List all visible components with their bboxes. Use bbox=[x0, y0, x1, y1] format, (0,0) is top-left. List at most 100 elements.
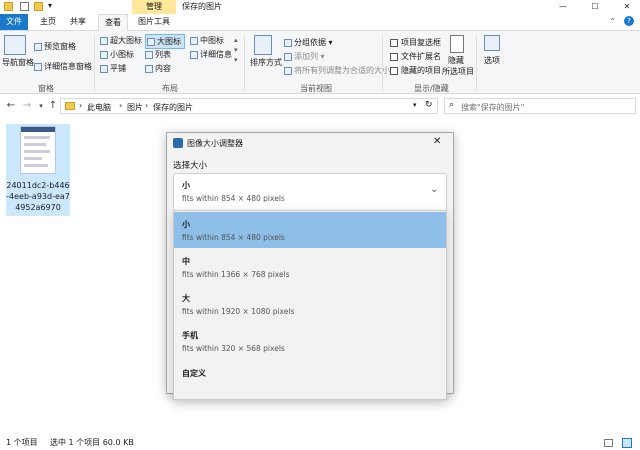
size-option-medium[interactable]: 中 fits within 1366 × 768 pixels bbox=[174, 249, 446, 285]
nav-pane-icon bbox=[4, 35, 26, 55]
breadcrumb-pictures[interactable]: 图片 bbox=[127, 102, 143, 113]
size-option-custom[interactable]: 自定义 bbox=[174, 361, 446, 397]
option-desc: fits within 1920 × 1080 pixels bbox=[182, 307, 295, 316]
size-combobox[interactable]: 小 fits within 854 × 480 pixels ⌄ bbox=[173, 173, 447, 211]
chevron-down-icon: ⌄ bbox=[430, 184, 439, 195]
selection-info: 选中 1 个项目 60.0 KB bbox=[50, 438, 134, 447]
close-button[interactable]: ✕ bbox=[617, 0, 637, 14]
option-desc: fits within 320 × 568 pixels bbox=[182, 344, 285, 353]
sort-button[interactable]: 排序方式 bbox=[250, 57, 282, 68]
breadcrumb-this-pc[interactable]: 此电脑 bbox=[87, 102, 111, 113]
hidden-items-toggle[interactable]: 隐藏的项目 bbox=[390, 65, 441, 76]
tab-file[interactable]: 文件 bbox=[0, 14, 28, 30]
size-option-phone[interactable]: 手机 fits within 320 × 568 pixels bbox=[174, 323, 446, 359]
size-dropdown-list: 小 fits within 854 × 480 pixels 中 fits wi… bbox=[173, 210, 447, 400]
address-field[interactable]: › 此电脑 › 图片 › 保存的图片 ▾ ↻ bbox=[60, 98, 438, 114]
layout-medium[interactable]: 中图标 bbox=[190, 35, 224, 46]
checkbox-icon[interactable] bbox=[20, 2, 29, 11]
details-view-icon[interactable] bbox=[604, 439, 613, 447]
checkbox-icon bbox=[390, 38, 398, 47]
group-by-icon bbox=[284, 38, 292, 47]
back-button[interactable]: ← bbox=[4, 99, 18, 113]
refresh-icon[interactable]: ↻ bbox=[425, 100, 433, 110]
search-input[interactable]: 搜索"保存的图片" bbox=[461, 102, 524, 113]
search-icon: ⌕ bbox=[449, 100, 455, 110]
group-label-current-view: 当前视图 bbox=[300, 84, 332, 93]
layout-details[interactable]: 详细信息 bbox=[190, 49, 232, 60]
quick-access-dropdown-icon[interactable]: ▾ bbox=[48, 1, 52, 10]
tab-picture-tools[interactable]: 图片工具 bbox=[132, 14, 176, 30]
option-title: 小 bbox=[182, 220, 190, 229]
option-desc: fits within 854 × 480 pixels bbox=[182, 233, 285, 242]
size-label: 选择大小 bbox=[173, 161, 208, 171]
file-item[interactable]: 24011dc2-b446-4eeb-a93d-ea74952a6970 bbox=[6, 124, 70, 216]
item-checkboxes-toggle[interactable]: 项目复选框 bbox=[390, 37, 441, 48]
add-column-button[interactable]: 添加列 ▾ bbox=[284, 51, 325, 62]
help-icon[interactable]: ? bbox=[624, 16, 634, 26]
layout-extra-large[interactable]: 超大图标 bbox=[100, 35, 142, 46]
option-desc: fits within 1366 × 768 pixels bbox=[182, 270, 290, 279]
file-thumbnail bbox=[20, 126, 56, 174]
hide-selected-button-line2[interactable]: 所选项目 bbox=[442, 66, 474, 77]
checkbox-icon bbox=[390, 66, 398, 75]
item-count: 1 个项目 bbox=[6, 438, 38, 447]
maximize-button[interactable]: ☐ bbox=[585, 0, 605, 14]
image-resizer-app-icon bbox=[173, 138, 183, 148]
window-title: 保存的图片 bbox=[182, 2, 222, 11]
minimize-button[interactable]: — bbox=[553, 0, 573, 14]
add-column-icon bbox=[284, 52, 292, 61]
context-tab-manage[interactable]: 管理 bbox=[132, 0, 176, 14]
ribbon-tabs: 文件 主页 共享 查看 图片工具 ⌃ ? bbox=[0, 14, 640, 31]
ribbon: 导航窗格 预览窗格 详细信息窗格 窗格 超大图标 大图标 中图标 小图标 列表 … bbox=[0, 31, 640, 94]
search-box[interactable]: ⌕ 搜索"保存的图片" bbox=[444, 98, 636, 114]
separator bbox=[94, 35, 95, 91]
sort-icon bbox=[254, 35, 272, 55]
checkbox-icon bbox=[390, 52, 398, 61]
address-dropdown-icon[interactable]: ▾ bbox=[413, 101, 417, 109]
layout-tiles[interactable]: 平铺 bbox=[100, 63, 126, 74]
options-icon bbox=[484, 35, 500, 51]
layout-content[interactable]: 内容 bbox=[145, 63, 171, 74]
hide-selected-button[interactable]: 隐藏 bbox=[448, 55, 464, 66]
options-button[interactable]: 选项 bbox=[484, 55, 500, 66]
nav-pane-button[interactable]: 导航窗格 bbox=[2, 57, 34, 68]
preview-pane-button[interactable]: 预览窗格 bbox=[34, 41, 76, 52]
dialog-close-button[interactable]: ✕ bbox=[433, 136, 441, 147]
new-folder-icon[interactable] bbox=[34, 2, 43, 11]
separator bbox=[382, 35, 383, 91]
folder-icon bbox=[4, 2, 13, 11]
tab-share[interactable]: 共享 bbox=[64, 14, 92, 30]
large-icons-icon bbox=[147, 37, 155, 46]
file-extensions-toggle[interactable]: 文件扩展名 bbox=[390, 51, 441, 62]
option-title: 大 bbox=[182, 294, 190, 303]
layout-scroll-arrows-icon[interactable]: ▴ ▾ ▾ bbox=[234, 35, 238, 65]
medium-icons-icon bbox=[190, 36, 198, 45]
details-pane-button[interactable]: 详细信息窗格 bbox=[34, 61, 92, 72]
separator bbox=[244, 35, 245, 91]
group-label-show-hide: 显示/隐藏 bbox=[414, 84, 449, 93]
large-icons-view-icon[interactable] bbox=[622, 438, 632, 448]
fit-columns-button[interactable]: 将所有列调整为合适的大小 bbox=[284, 65, 390, 76]
layout-small[interactable]: 小图标 bbox=[100, 49, 134, 60]
breadcrumb-saved-pictures[interactable]: 保存的图片 bbox=[153, 102, 193, 113]
hide-selected-icon bbox=[450, 35, 464, 53]
small-icons-icon bbox=[100, 50, 108, 59]
tab-view[interactable]: 查看 bbox=[98, 14, 128, 31]
combobox-selected-desc: fits within 854 × 480 pixels bbox=[182, 194, 285, 203]
forward-button[interactable]: → bbox=[20, 99, 34, 113]
group-by-button[interactable]: 分组依据 ▾ bbox=[284, 37, 333, 48]
tab-home[interactable]: 主页 bbox=[34, 14, 62, 30]
combobox-selected-title: 小 bbox=[182, 181, 190, 190]
up-button[interactable]: ↑ bbox=[46, 99, 60, 113]
layout-large[interactable]: 大图标 bbox=[145, 34, 185, 49]
list-icon bbox=[145, 50, 153, 59]
details-pane-icon bbox=[34, 62, 42, 71]
status-bar: 1 个项目 选中 1 个项目 60.0 KB bbox=[0, 436, 640, 450]
title-bar: ▾ 管理 保存的图片 — ☐ ✕ bbox=[0, 0, 640, 14]
group-label-pane: 窗格 bbox=[38, 84, 54, 93]
size-option-large[interactable]: 大 fits within 1920 × 1080 pixels bbox=[174, 286, 446, 322]
layout-list[interactable]: 列表 bbox=[145, 49, 171, 60]
ribbon-collapse-icon[interactable]: ⌃ bbox=[609, 17, 616, 26]
size-option-small[interactable]: 小 fits within 854 × 480 pixels bbox=[174, 212, 446, 248]
dialog-title: 图像大小调整器 bbox=[187, 139, 243, 148]
